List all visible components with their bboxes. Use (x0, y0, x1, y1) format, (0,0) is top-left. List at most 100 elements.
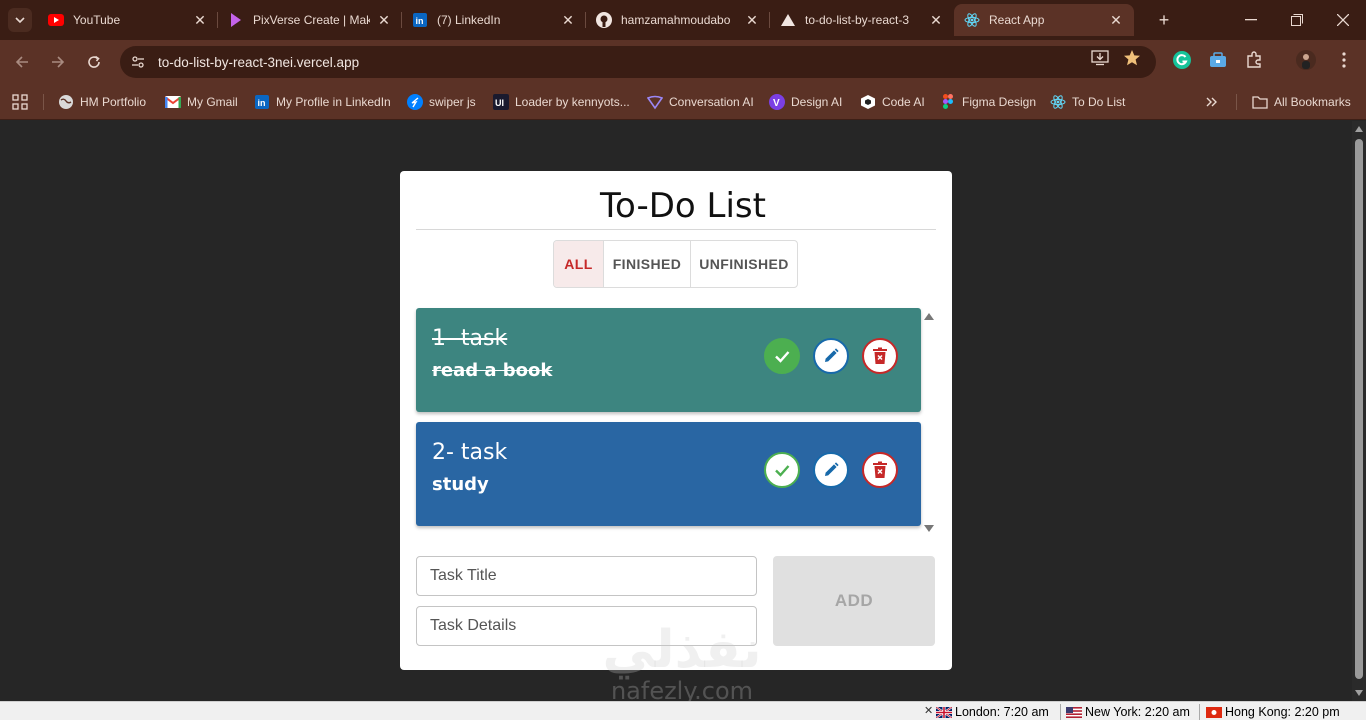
bookmark-to-do-list[interactable]: To Do List (1050, 92, 1125, 112)
arrow-right-icon (52, 56, 65, 68)
bookmark-hm-portfolio[interactable]: HM Portfolio (58, 92, 146, 112)
bookmark-separator (43, 94, 44, 110)
close-icon[interactable]: ✕ (928, 12, 944, 28)
profile-avatar[interactable] (1296, 50, 1316, 70)
uk-flag-icon (936, 706, 952, 718)
back-button[interactable] (10, 50, 34, 74)
forward-button[interactable] (46, 50, 70, 74)
gmail-icon (165, 94, 181, 110)
restore-button[interactable] (1274, 0, 1320, 40)
pixverse-icon (228, 12, 244, 28)
edit-task-button[interactable] (813, 452, 849, 488)
bookmark-code-ai[interactable]: Code AI (860, 92, 925, 112)
trash-icon (873, 461, 887, 478)
tab-search-button[interactable] (8, 8, 32, 32)
bookmark-figma-design[interactable]: Figma Design (940, 92, 1036, 112)
bookmark-linkedin-profile[interactable]: in My Profile in LinkedIn (254, 92, 391, 112)
filter-finished-button[interactable]: FINISHED (604, 241, 691, 287)
delete-task-button[interactable] (862, 338, 898, 374)
extension-toolbox-icon[interactable] (1208, 50, 1228, 70)
close-icon[interactable]: ✕ (376, 12, 392, 28)
complete-task-button[interactable] (764, 452, 800, 488)
clock-london: London: 7:20 am (936, 704, 1049, 720)
task-details: study (432, 474, 489, 495)
edit-task-button[interactable] (813, 338, 849, 374)
svg-text:in: in (258, 98, 266, 108)
delete-task-button[interactable] (862, 452, 898, 488)
tab-youtube[interactable]: YouTube ✕ (38, 4, 218, 36)
clock-label: New York: 2:20 am (1085, 705, 1190, 719)
close-window-button[interactable] (1320, 0, 1366, 40)
minimize-button[interactable] (1228, 0, 1274, 40)
new-tab-button[interactable]: + (1152, 8, 1176, 32)
scroll-up-arrow[interactable] (1355, 126, 1363, 132)
tab-vercel[interactable]: to-do-list-by-react-3 ✕ (770, 4, 954, 36)
apps-grid-icon (12, 94, 28, 110)
bookmark-label: swiper js (429, 95, 476, 109)
close-icon[interactable]: ✕ (744, 12, 760, 28)
task-title: 1- task (432, 326, 508, 351)
globe-icon (58, 94, 74, 110)
chevron-down-icon (15, 17, 25, 24)
bookmark-loader[interactable]: UI Loader by kennyots... (493, 92, 630, 112)
task-title: 2- task (432, 440, 508, 465)
react-icon (964, 12, 980, 28)
list-scroll-up-arrow[interactable] (924, 313, 934, 320)
apps-button[interactable] (12, 92, 34, 112)
close-icon[interactable]: ✕ (1108, 12, 1124, 28)
close-icon[interactable]: ✕ (192, 12, 208, 28)
clock-new-york: New York: 2:20 am (1066, 704, 1190, 720)
bookmark-label: My Profile in LinkedIn (276, 95, 391, 109)
puzzle-icon[interactable] (1244, 50, 1264, 70)
star-icon[interactable] (1122, 48, 1142, 68)
youtube-icon (48, 12, 64, 28)
scroll-down-arrow[interactable] (1355, 690, 1363, 696)
bookmark-label: To Do List (1072, 95, 1126, 109)
site-info-icon[interactable] (126, 50, 150, 74)
bookmark-swiper-js[interactable]: swiper js (407, 92, 476, 112)
menu-icon[interactable] (1334, 50, 1354, 70)
svg-text:UI: UI (495, 98, 504, 108)
task-card: 2- task study (416, 422, 921, 526)
task-details-input[interactable]: Task Details (416, 606, 757, 646)
bookmark-label: HM Portfolio (80, 95, 147, 109)
pencil-icon (825, 462, 839, 476)
task-details: read a book (432, 360, 553, 381)
arrow-left-icon (15, 56, 28, 68)
bookmark-separator (1236, 94, 1237, 110)
add-task-button[interactable]: ADD (773, 556, 935, 646)
close-icon[interactable]: ✕ (924, 704, 933, 717)
vercel-icon (780, 12, 796, 28)
address-bar[interactable]: to-do-list-by-react-3nei.vercel.app (120, 46, 1156, 78)
chevron-double-right-icon (1204, 94, 1220, 110)
complete-task-button[interactable] (764, 338, 800, 374)
tab-pixverse[interactable]: PixVerse Create | Mak ✕ (218, 4, 402, 36)
bookmark-design-ai[interactable]: V Design AI (769, 92, 842, 112)
tab-title: hamzamahmoudabo (621, 13, 731, 27)
bookmark-label: Conversation AI (669, 95, 754, 109)
install-app-icon[interactable] (1090, 48, 1110, 68)
reload-icon (88, 55, 100, 68)
list-scroll-down-arrow[interactable] (924, 525, 934, 532)
tab-title: React App (989, 13, 1045, 27)
all-bookmarks-button[interactable]: All Bookmarks (1252, 92, 1351, 112)
tab-title: PixVerse Create | Mak (253, 13, 370, 27)
clock-separator (1060, 704, 1061, 720)
tab-linkedin[interactable]: in (7) LinkedIn ✕ (402, 4, 586, 36)
bookmark-conversation-ai[interactable]: Conversation AI (647, 92, 754, 112)
bookmark-label: Figma Design (962, 95, 1037, 109)
task-title-input[interactable]: Task Title (416, 556, 757, 596)
svg-text:in: in (416, 16, 424, 26)
bookmarks-overflow-button[interactable] (1204, 92, 1226, 112)
tab-github[interactable]: hamzamahmoudabo ✕ (586, 4, 770, 36)
trash-icon (873, 347, 887, 364)
grammarly-icon[interactable] (1172, 50, 1192, 70)
reload-button[interactable] (82, 50, 106, 74)
filter-unfinished-button[interactable]: UNFINISHED (691, 241, 797, 287)
filter-all-button[interactable]: ALL (554, 241, 604, 287)
bookmark-my-gmail[interactable]: My Gmail (165, 92, 238, 112)
v-icon: V (769, 94, 785, 110)
minimize-icon (1245, 19, 1257, 21)
tab-react-app[interactable]: React App ✕ (954, 4, 1134, 36)
close-icon[interactable]: ✕ (560, 12, 576, 28)
